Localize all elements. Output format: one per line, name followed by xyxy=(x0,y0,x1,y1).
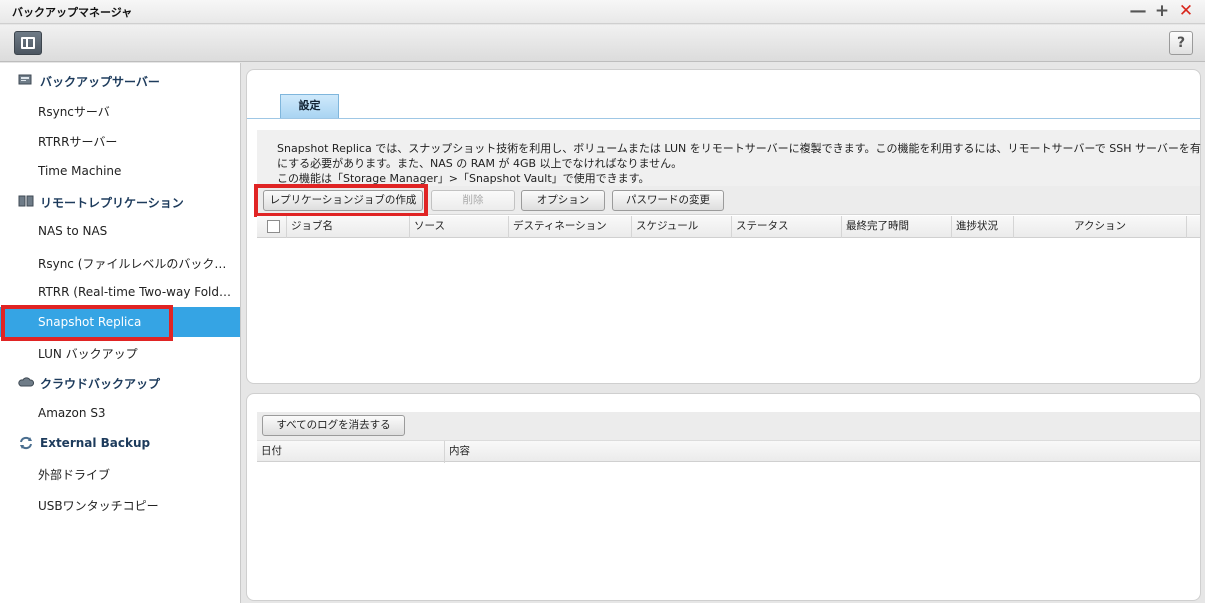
server-icon xyxy=(18,74,32,85)
change-password-button[interactable]: パスワードの変更 xyxy=(612,190,724,211)
window-title: バックアップマネージャ xyxy=(12,6,133,19)
sidebar-group-cloud-backup: クラウドバックアップ xyxy=(0,367,240,397)
sidebar-item-rtrr[interactable]: RTRR (Real-time Two-way Folder Sync) xyxy=(0,277,240,307)
select-all-cell xyxy=(257,216,287,238)
help-button[interactable]: ? xyxy=(1169,31,1193,55)
sidebar-item-label: 外部ドライブ xyxy=(38,468,111,482)
sidebar-item-label: Snapshot Replica xyxy=(38,315,142,329)
column-action[interactable]: アクション xyxy=(1014,216,1187,238)
settings-panel: 設定 Snapshot Replica では、スナップショット技術を利用し、ボリ… xyxy=(246,69,1201,384)
action-button-row: レプリケーションジョブの作成 削除 オプション パスワードの変更 xyxy=(257,186,1200,215)
log-toolbar: すべてのログを消去する xyxy=(257,412,1200,440)
sidebar-item-label: LUN バックアップ xyxy=(38,347,138,361)
maximize-icon[interactable]: + xyxy=(1152,1,1172,21)
sidebar-group-backup-server: バックアップサーバー xyxy=(0,65,240,95)
title-bar: バックアップマネージャ — + ✕ xyxy=(0,0,1205,24)
description-line-2: にする必要があります。また、NAS の RAM が 4GB 以上でなければなりま… xyxy=(277,157,683,170)
sidebar-item-label: Rsyncサーバ xyxy=(38,105,110,119)
close-icon[interactable]: ✕ xyxy=(1176,1,1196,21)
log-table-header: 日付 内容 xyxy=(257,440,1200,463)
column-progress[interactable]: 進捗状況 xyxy=(952,216,1014,238)
sidebar-item-rsync-server[interactable]: Rsyncサーバ xyxy=(0,95,240,125)
panel-toggle-button[interactable] xyxy=(14,31,42,55)
options-button[interactable]: オプション xyxy=(521,190,605,211)
job-table-header: ジョブ名 ソース デスティネーション スケジュール ステータス 最終完了時間 進… xyxy=(257,216,1200,238)
tab-settings[interactable]: 設定 xyxy=(280,94,339,118)
column-date[interactable]: 日付 xyxy=(257,441,445,463)
sidebar-item-label: RTRRサーバー xyxy=(38,135,118,149)
create-replication-job-button[interactable]: レプリケーションジョブの作成 xyxy=(263,190,423,211)
minimize-icon[interactable]: — xyxy=(1128,1,1148,21)
column-content[interactable]: 内容 xyxy=(445,441,1200,463)
sidebar-item-label: NAS to NAS xyxy=(38,224,108,238)
cloud-icon xyxy=(18,377,34,387)
tab-divider xyxy=(247,118,1200,119)
sidebar-item-snapshot-replica[interactable]: Snapshot Replica xyxy=(0,307,240,337)
column-source[interactable]: ソース xyxy=(410,216,509,238)
sidebar-item-time-machine[interactable]: Time Machine xyxy=(0,156,240,186)
sidebar-item-label: USBワンタッチコピー xyxy=(38,499,159,513)
clear-all-logs-button[interactable]: すべてのログを消去する xyxy=(262,415,405,436)
sidebar-item-label: RTRR (Real-time Two-way Folder Sync) xyxy=(38,285,234,299)
sidebar-group-label: バックアップサーバー xyxy=(40,75,160,89)
select-all-checkbox[interactable] xyxy=(267,220,280,233)
sidebar-item-label: Amazon S3 xyxy=(38,406,106,420)
sidebar-item-nas-to-nas[interactable]: NAS to NAS xyxy=(0,216,240,246)
sidebar-group-label: リモートレプリケーション xyxy=(40,196,184,210)
sidebar-group-external-backup: External Backup xyxy=(0,428,240,458)
panel-layout-icon xyxy=(21,37,35,49)
delete-button[interactable]: 削除 xyxy=(431,190,515,211)
sidebar-group-remote-replication: リモートレプリケーション xyxy=(0,186,240,216)
sync-icon xyxy=(20,436,32,450)
toolbar: ? xyxy=(0,25,1205,62)
sidebar-item-external-drive[interactable]: 外部ドライブ xyxy=(0,458,240,488)
description-line-1: Snapshot Replica では、スナップショット技術を利用し、ボリューム… xyxy=(277,142,1201,155)
column-destination[interactable]: デスティネーション xyxy=(509,216,632,238)
sidebar-item-amazon-s3[interactable]: Amazon S3 xyxy=(0,398,240,428)
column-status[interactable]: ステータス xyxy=(732,216,842,238)
column-schedule[interactable]: スケジュール xyxy=(632,216,732,238)
sidebar-item-rtrr-server[interactable]: RTRRサーバー xyxy=(0,125,240,155)
sidebar-group-label: クラウドバックアップ xyxy=(40,377,161,391)
description-area: Snapshot Replica では、スナップショット技術を利用し、ボリューム… xyxy=(257,130,1201,186)
column-job-name[interactable]: ジョブ名 xyxy=(287,216,410,238)
sidebar-item-lun-backup[interactable]: LUN バックアップ xyxy=(0,337,240,367)
replication-icon xyxy=(18,195,34,207)
description-line-3: この機能は「Storage Manager」>「Snapshot Vault」で… xyxy=(277,172,650,185)
log-panel: すべてのログを消去する 日付 内容 xyxy=(246,393,1201,601)
sidebar-item-rsync[interactable]: Rsync (ファイルレベルのバックアップ) xyxy=(0,247,240,277)
sidebar-item-usb-one-touch[interactable]: USBワンタッチコピー xyxy=(0,489,240,519)
sidebar-group-label: External Backup xyxy=(40,436,151,450)
sidebar-item-label: Rsync (ファイルレベルのバックアップ) xyxy=(38,257,234,271)
sidebar: バックアップサーバー Rsyncサーバ RTRRサーバー Time Machin… xyxy=(0,63,241,603)
sidebar-item-label: Time Machine xyxy=(38,164,122,178)
column-last-completed[interactable]: 最終完了時間 xyxy=(842,216,952,238)
